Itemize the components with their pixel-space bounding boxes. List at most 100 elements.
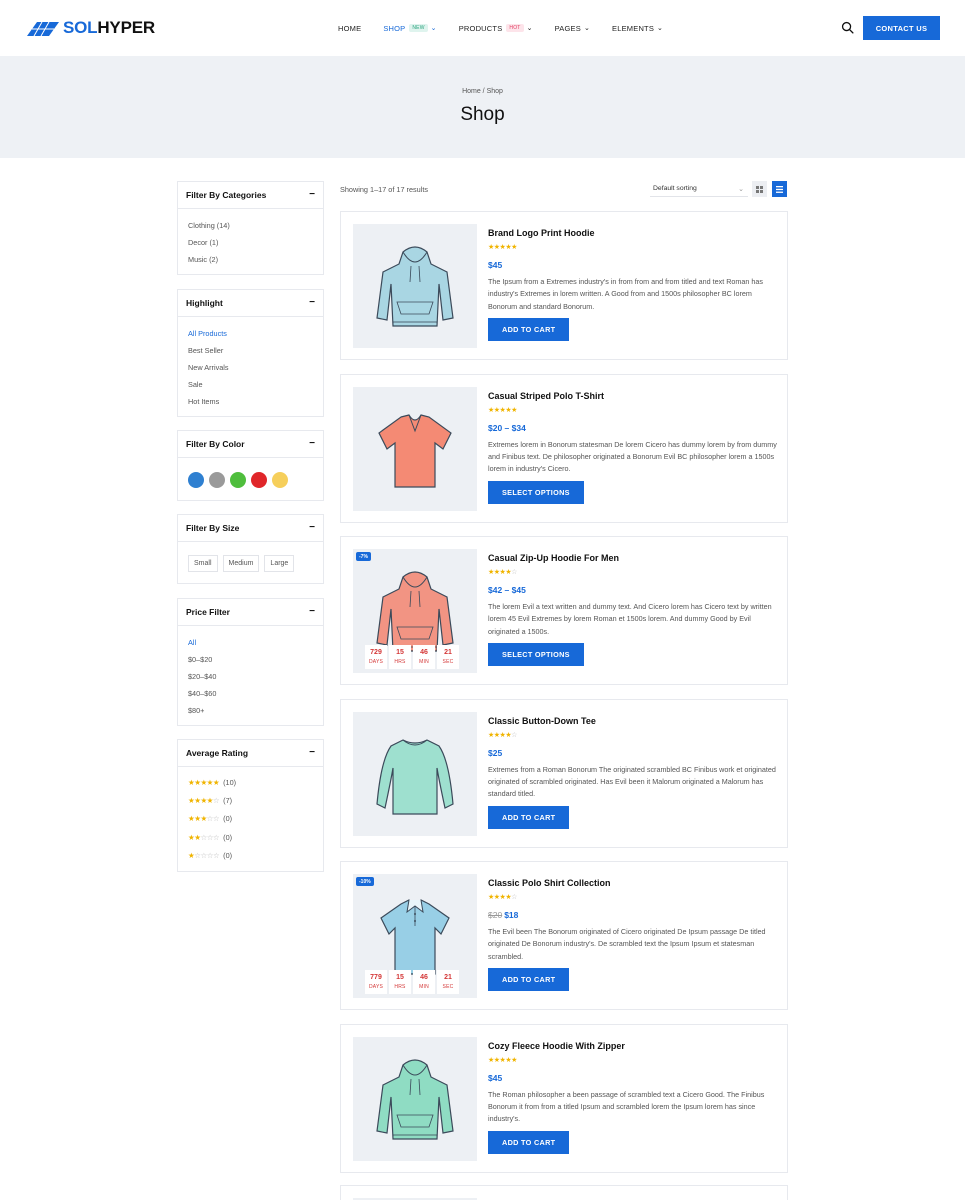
collapse-icon[interactable]: − — [309, 190, 315, 200]
size-option-small[interactable]: Small — [188, 555, 218, 572]
nav-item-elements[interactable]: ELEMENTS ⌄ — [612, 24, 663, 33]
size-option-medium[interactable]: Medium — [222, 555, 260, 572]
rating-filter-4[interactable]: ★★★★☆ (7) — [188, 791, 313, 809]
contact-us-button[interactable]: CONTACT US — [863, 16, 940, 40]
product-info: Classic Polo Shirt Collection ★★★★☆ $20 $18… — [488, 878, 778, 991]
product-card[interactable]: Classic Button-Down Tee ★★★★☆ $25 Extremes … — [340, 698, 788, 848]
price-item[interactable]: $0–$20 — [188, 651, 313, 668]
highlight-widget: Highlight − All Products Best Seller New Ar… — [177, 289, 324, 417]
product-title[interactable]: Classic Button-Down Tee — [488, 716, 778, 730]
product-card[interactable]: Cozy Fleece Hoodie With Zipper ★★★★★ $45 Th… — [340, 1023, 788, 1173]
color-swatch[interactable] — [230, 472, 246, 488]
nav-label: PAGES — [554, 23, 581, 33]
product-thumbnail[interactable] — [353, 224, 477, 348]
countdown-label: HRS — [394, 983, 406, 990]
add-to-cart-button[interactable]: ADD TO CART — [488, 968, 570, 991]
highlight-item[interactable]: All Products — [188, 325, 313, 342]
brand-logo[interactable]: SOLHYPER — [25, 17, 155, 39]
size-options: Small Medium Large — [188, 550, 313, 574]
product-title[interactable]: Casual Zip-Up Hoodie For Men — [488, 553, 778, 567]
current-price: $18 — [504, 910, 519, 920]
grid-view-button[interactable] — [752, 181, 767, 197]
product-title[interactable]: Casual Striped Polo T-Shirt — [488, 391, 778, 405]
highlight-item[interactable]: Best Seller — [188, 342, 313, 359]
chevron-down-icon: ⌄ — [583, 24, 591, 32]
rating-count: (0) — [223, 832, 233, 842]
collapse-icon[interactable]: − — [309, 748, 315, 758]
widget-header[interactable]: Average Rating − — [178, 740, 323, 767]
rating-filter-1[interactable]: ★☆☆☆☆ (0) — [188, 847, 313, 865]
countdown-value: 46 — [420, 974, 428, 982]
color-swatch[interactable] — [251, 472, 267, 488]
star-rating-icon: ★★★★☆ — [188, 796, 220, 806]
product-price: $45 — [488, 1073, 778, 1085]
highlight-item[interactable]: New Arrivals — [188, 359, 313, 376]
price-item[interactable]: $20–$40 — [188, 668, 313, 685]
product-card[interactable] — [340, 1185, 788, 1200]
color-swatch[interactable] — [188, 472, 204, 488]
select-options-button[interactable]: SELECT OPTIONS — [488, 480, 584, 504]
product-info: Classic Button-Down Tee ★★★★☆ $25 Extremes … — [488, 716, 778, 829]
widget-header[interactable]: Filter By Color − — [178, 431, 323, 458]
product-thumbnail[interactable]: -10% 779 DAYS 15 HRS 46 MIN 21 SEC — [353, 874, 477, 998]
nav-badge: NEW — [409, 24, 428, 32]
add-to-cart-button[interactable]: ADD TO CART — [488, 318, 570, 341]
star-rating-icon: ★★★★☆ — [488, 894, 517, 901]
product-title[interactable]: Cozy Fleece Hoodie With Zipper — [488, 1041, 778, 1055]
color-swatch[interactable] — [272, 472, 288, 488]
nav-item-products[interactable]: PRODUCTS HOT ⌄ — [459, 24, 533, 33]
add-to-cart-button[interactable]: ADD TO CART — [488, 1130, 570, 1154]
nav-item-pages[interactable]: PAGES ⌄ — [555, 24, 590, 33]
product-card[interactable]: Casual Striped Polo T-Shirt ★★★★★ $20 – $3… — [340, 373, 788, 523]
widget-header[interactable]: Highlight − — [178, 290, 323, 317]
highlight-item[interactable]: Hot Items — [188, 393, 313, 410]
collapse-icon[interactable]: − — [309, 607, 315, 617]
product-card[interactable]: -7% 729 DAYS 15 HRS 46 MIN 21 SEC Casual Zip-Up H… — [340, 536, 788, 685]
list-view-button[interactable] — [772, 181, 787, 197]
page-title: Shop — [460, 104, 505, 125]
product-thumbnail[interactable] — [353, 1036, 477, 1161]
nav-label: ELEMENTS — [612, 23, 655, 33]
countdown-value: 15 — [396, 649, 404, 657]
price-item[interactable]: $40–$60 — [188, 685, 313, 702]
product-title[interactable]: Classic Polo Shirt Collection — [488, 878, 778, 892]
price-item[interactable]: $80+ — [188, 702, 313, 719]
widget-header[interactable]: Filter By Categories − — [178, 182, 323, 209]
product-card[interactable]: -10% 779 DAYS 15 HRS 46 MIN 21 SEC Classic Polo S… — [340, 861, 788, 1010]
sale-countdown: 729 DAYS 15 HRS 46 MIN 21 SEC — [365, 645, 459, 669]
countdown-label: SEC — [442, 983, 454, 990]
categories-item[interactable]: Decor (1) — [188, 234, 313, 251]
nav-badge: HOT — [506, 24, 524, 32]
collapse-icon[interactable]: − — [309, 298, 315, 308]
collapse-icon[interactable]: − — [309, 439, 315, 449]
color-swatch[interactable] — [209, 472, 225, 488]
search-icon[interactable] — [841, 21, 854, 34]
size-option-large[interactable]: Large — [264, 555, 295, 572]
categories-item[interactable]: Music (2) — [188, 251, 313, 268]
select-options-button[interactable]: SELECT OPTIONS — [488, 643, 584, 666]
product-info: Casual Striped Polo T-Shirt ★★★★★ $20 – $3… — [488, 391, 778, 504]
countdown-value: 46 — [420, 649, 428, 657]
rating-filter-2[interactable]: ★★☆☆☆ (0) — [188, 828, 313, 846]
product-thumbnail[interactable] — [353, 711, 477, 836]
product-title[interactable]: Brand Logo Print Hoodie — [488, 228, 778, 242]
average-rating-widget: Average Rating − ★★★★★ (10) ★★★★☆ (7) ★★★☆☆ (0… — [177, 739, 324, 872]
widget-header[interactable]: Price Filter − — [178, 599, 323, 626]
categories-item[interactable]: Clothing (14) — [188, 217, 313, 234]
rating-filter-5[interactable]: ★★★★★ (10) — [188, 773, 313, 791]
rating-count: (0) — [223, 814, 233, 824]
add-to-cart-button[interactable]: ADD TO CART — [488, 805, 570, 829]
product-thumbnail[interactable] — [353, 386, 477, 511]
collapse-icon[interactable]: − — [309, 523, 315, 533]
highlight-item[interactable]: Sale — [188, 376, 313, 393]
site-header: SOLHYPER HOME SHOP NEW ⌄ PRODUCTS HOT ⌄ PAGES ⌄ E… — [0, 0, 965, 56]
sort-select[interactable]: Default sorting ⌄ — [650, 181, 748, 197]
product-thumbnail[interactable]: -7% 729 DAYS 15 HRS 46 MIN 21 SEC — [353, 549, 477, 673]
widget-header[interactable]: Filter By Size − — [178, 515, 323, 542]
product-card[interactable]: Brand Logo Print Hoodie ★★★★★ $45 The Ipsum… — [340, 211, 788, 360]
nav-item-home[interactable]: HOME — [338, 24, 361, 33]
nav-item-shop[interactable]: SHOP NEW ⌄ — [383, 24, 436, 33]
breadcrumb[interactable]: Home / Shop — [0, 88, 965, 95]
rating-filter-3[interactable]: ★★★☆☆ (0) — [188, 810, 313, 828]
price-item[interactable]: All — [188, 634, 313, 651]
